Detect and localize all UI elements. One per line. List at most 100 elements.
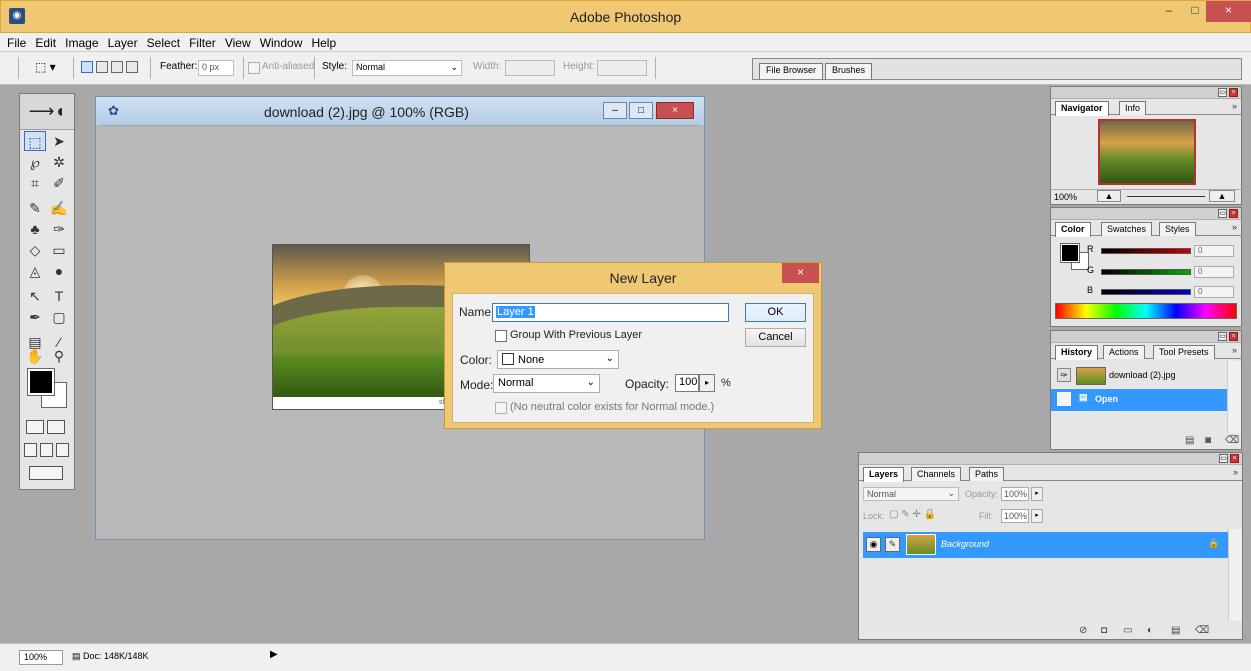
menu-window[interactable]: Window — [257, 33, 306, 53]
clone-stamp-icon[interactable]: ♣ — [24, 219, 46, 239]
brush-tool-icon[interactable]: ✍ — [48, 198, 70, 218]
navigator-zoom-value[interactable]: 100% — [1054, 192, 1077, 202]
panel-menu-icon[interactable]: » — [1232, 345, 1237, 355]
layer-name-input[interactable]: Layer 1 — [492, 303, 729, 322]
ok-button[interactable]: OK — [745, 303, 806, 322]
menu-file[interactable]: File — [4, 33, 29, 53]
gradient-tool-icon[interactable]: ▭ — [48, 240, 70, 260]
panel-menu-icon[interactable]: » — [1233, 467, 1238, 477]
panel-menu-icon[interactable]: » — [1232, 222, 1237, 232]
healing-brush-icon[interactable]: ✎ — [24, 198, 46, 218]
panel-close-icon[interactable]: × — [1229, 332, 1238, 341]
fill-arrow-icon[interactable]: ▸ — [1031, 509, 1043, 523]
new-selection-icon[interactable] — [81, 61, 93, 73]
add-selection-icon[interactable] — [96, 61, 108, 73]
adobe-feather-icon[interactable]: ⟶◖ — [20, 94, 74, 130]
delete-layer-icon[interactable]: ⌫ — [1195, 625, 1209, 636]
menu-view[interactable]: View — [222, 33, 254, 53]
menu-layer[interactable]: Layer — [105, 33, 141, 53]
navigator-thumbnail[interactable] — [1098, 119, 1196, 185]
layer-mask-icon[interactable]: ◘ — [1101, 625, 1107, 636]
jump-to-imageready-icon[interactable] — [29, 466, 63, 480]
status-menu-arrow-icon[interactable]: ▶ — [270, 649, 278, 660]
height-input[interactable] — [597, 60, 647, 76]
panel-menu-icon[interactable]: » — [1232, 101, 1237, 111]
green-channel-input[interactable]: 0 — [1194, 266, 1234, 278]
layer-row-background[interactable]: ◉ ✎ Background 🔒 — [863, 532, 1230, 558]
opacity-input[interactable]: 100 — [675, 374, 699, 392]
panel-minimize-icon[interactable]: ▭ — [1218, 88, 1227, 97]
new-document-from-state-icon[interactable]: ▤ — [1185, 435, 1194, 446]
tab-brushes[interactable]: Brushes — [825, 63, 873, 79]
new-layer-icon[interactable]: ▤ — [1171, 625, 1180, 636]
tab-color[interactable]: Color — [1055, 222, 1091, 237]
doc-maximize-button[interactable]: □ — [629, 102, 653, 119]
marquee-preset-icon[interactable]: ⬚ ▾ — [35, 60, 56, 74]
tab-swatches[interactable]: Swatches — [1101, 222, 1153, 236]
screen-mode-full-icon[interactable] — [56, 443, 69, 457]
dialog-close-button[interactable]: × — [782, 263, 819, 283]
feather-input[interactable]: 0 px — [198, 60, 234, 76]
panel-close-icon[interactable]: × — [1230, 454, 1239, 463]
brush-link-icon[interactable]: ✎ — [885, 537, 900, 552]
panel-close-icon[interactable]: × — [1229, 88, 1238, 97]
tab-info[interactable]: Info — [1119, 101, 1147, 115]
tab-file-browser[interactable]: File Browser — [759, 63, 824, 79]
type-tool-icon[interactable]: T — [48, 286, 70, 306]
neutral-color-checkbox[interactable] — [495, 402, 507, 414]
tab-paths[interactable]: Paths — [969, 467, 1005, 481]
doc-close-button[interactable]: × — [656, 102, 694, 119]
subtract-selection-icon[interactable] — [111, 61, 123, 73]
tab-actions[interactable]: Actions — [1103, 345, 1145, 359]
panel-minimize-icon[interactable]: ▭ — [1218, 332, 1227, 341]
new-layer-set-icon[interactable]: ▭ — [1123, 625, 1132, 636]
group-with-previous-checkbox[interactable] — [495, 330, 507, 342]
cancel-button[interactable]: Cancel — [745, 328, 806, 347]
green-channel-slider[interactable] — [1101, 269, 1191, 275]
history-scrollbar[interactable] — [1227, 361, 1241, 433]
crop-tool-icon[interactable]: ⌗ — [24, 173, 46, 193]
marquee-tool-icon[interactable]: ⬚ — [24, 131, 46, 151]
tab-tool-presets[interactable]: Tool Presets — [1153, 345, 1215, 359]
anti-aliased-checkbox[interactable] — [248, 62, 260, 74]
zoom-tool-icon[interactable]: ⚲ — [48, 346, 70, 366]
history-brush-source-icon[interactable]: ✑ — [1057, 368, 1071, 382]
quick-mask-mode-icon[interactable] — [47, 420, 65, 434]
tab-navigator[interactable]: Navigator — [1055, 101, 1109, 116]
maximize-button[interactable]: □ — [1181, 1, 1209, 22]
standard-mode-icon[interactable] — [26, 420, 44, 434]
tab-styles[interactable]: Styles — [1159, 222, 1196, 236]
adjustment-layer-icon[interactable]: ◐ — [1147, 625, 1153, 636]
dodge-tool-icon[interactable]: ● — [48, 261, 70, 281]
history-brush-icon[interactable]: ✑ — [48, 219, 70, 239]
menu-filter[interactable]: Filter — [186, 33, 219, 53]
opacity-slider-arrow-icon[interactable]: ▸ — [699, 374, 715, 392]
tab-history[interactable]: History — [1055, 345, 1099, 360]
blend-mode-select[interactable]: Normal ⌄ — [493, 374, 600, 393]
lock-icons[interactable]: ▢ ✎ ✛ 🔒 — [889, 509, 936, 520]
layer-opacity-input[interactable]: 100% — [1001, 487, 1029, 501]
tab-channels[interactable]: Channels — [911, 467, 962, 481]
panel-minimize-icon[interactable]: ▭ — [1219, 454, 1228, 463]
hand-tool-icon[interactable]: ✋ — [24, 346, 46, 366]
layer-color-select[interactable]: None ⌄ — [497, 350, 619, 369]
menu-image[interactable]: Image — [62, 33, 101, 53]
screen-mode-standard-icon[interactable] — [24, 443, 37, 457]
menu-help[interactable]: Help — [308, 33, 339, 53]
zoom-out-icon[interactable]: ▲ — [1097, 190, 1121, 202]
fill-input[interactable]: 100% — [1001, 509, 1029, 523]
minimize-button[interactable]: – — [1155, 1, 1183, 22]
blue-channel-input[interactable]: 0 — [1194, 286, 1234, 298]
foreground-color-swatch[interactable] — [27, 368, 55, 396]
panel-close-icon[interactable]: × — [1229, 209, 1238, 218]
screen-mode-full-menu-icon[interactable] — [40, 443, 53, 457]
menu-edit[interactable]: Edit — [32, 33, 59, 53]
shape-tool-icon[interactable]: ▢ — [48, 307, 70, 327]
new-snapshot-icon[interactable]: ◙ — [1205, 435, 1211, 446]
red-channel-input[interactable]: 0 — [1194, 245, 1234, 257]
pen-tool-icon[interactable]: ✒ — [24, 307, 46, 327]
lasso-tool-icon[interactable]: ℘ — [24, 152, 46, 172]
width-input[interactable] — [505, 60, 555, 76]
menu-select[interactable]: Select — [144, 33, 183, 53]
red-channel-slider[interactable] — [1101, 248, 1191, 254]
